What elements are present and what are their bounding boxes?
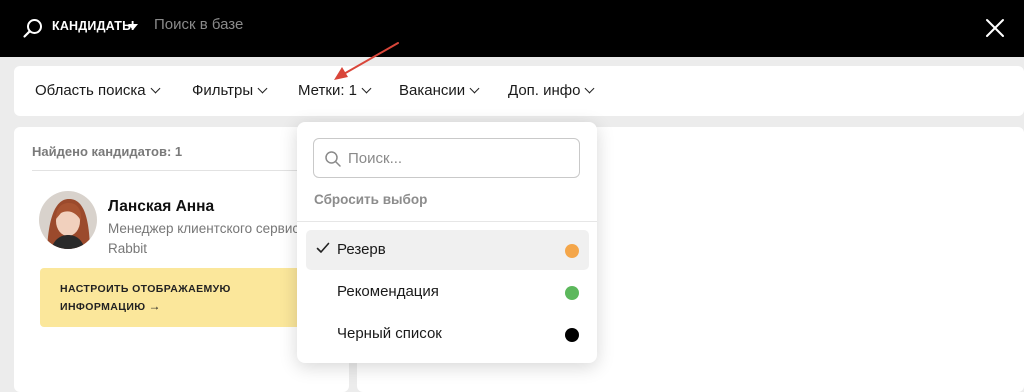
arrow-right-icon: → <box>148 299 161 313</box>
divider <box>32 170 332 171</box>
filter-label: Метки: 1 <box>298 82 357 99</box>
filter-filters[interactable]: Фильтры <box>192 82 268 99</box>
candidate-company: Rabbit <box>108 241 148 256</box>
chevron-down-icon <box>257 83 268 94</box>
filter-search-scope[interactable]: Область поиска <box>35 82 161 99</box>
configure-info-banner[interactable]: НАСТРОИТЬ ОТОБРАЖАЕМУЮ ИНФОРМАЦИЮ → <box>40 268 340 327</box>
tag-color-dot <box>565 244 579 258</box>
tag-option-reserve[interactable]: Резерв <box>306 230 589 270</box>
tag-label: Рекомендация <box>337 283 439 300</box>
avatar[interactable] <box>39 191 97 249</box>
tag-color-dot <box>565 286 579 300</box>
tags-search-box[interactable] <box>313 138 580 178</box>
tag-color-dot <box>565 328 579 342</box>
configure-info-label: НАСТРОИТЬ ОТОБРАЖАЕМУЮ ИНФОРМАЦИЮ <box>60 283 231 313</box>
tags-search-input[interactable] <box>348 139 572 177</box>
candidate-role: Менеджер клиентского сервиса <box>108 221 307 236</box>
filter-vacancies[interactable]: Вакансии <box>399 82 480 99</box>
candidate-name[interactable]: Ланская Анна <box>108 198 214 216</box>
filter-label: Область поиска <box>35 82 146 99</box>
chevron-down-icon <box>150 83 161 94</box>
found-count: Найдено кандидатов: 1 <box>32 144 183 159</box>
chevron-down-icon <box>585 83 595 94</box>
chevron-down-icon <box>361 83 372 94</box>
top-bar: КАНДИДАТЫ Поиск в базе <box>0 0 1024 57</box>
search-icon[interactable] <box>22 17 44 39</box>
base-search-input[interactable]: Поиск в базе <box>154 16 243 33</box>
annotation-arrow <box>334 42 399 80</box>
tag-label: Черный список <box>337 325 442 342</box>
filter-label: Доп. инфо <box>508 82 581 99</box>
search-icon <box>325 151 341 167</box>
filter-label: Вакансии <box>399 82 466 99</box>
filter-bar: Область поиска Фильтры Метки: 1 Вакансии… <box>14 66 1024 116</box>
checkmark-icon <box>316 242 330 253</box>
filter-extra-info[interactable]: Доп. инфо <box>508 82 595 99</box>
filter-tags[interactable]: Метки: 1 <box>298 82 372 99</box>
tag-label: Резерв <box>337 241 386 258</box>
tags-dropdown: Сбросить выбор Резерв Рекомендация Черны… <box>297 122 597 363</box>
tag-option-blacklist[interactable]: Черный список <box>306 314 589 354</box>
close-icon[interactable] <box>984 17 1006 39</box>
search-scope-selector[interactable]: КАНДИДАТЫ <box>52 19 135 33</box>
chevron-down-icon <box>469 83 480 94</box>
divider <box>297 221 597 222</box>
reset-selection-button[interactable]: Сбросить выбор <box>314 192 427 207</box>
configure-info-link[interactable]: НАСТРОИТЬ ОТОБРАЖАЕМУЮ ИНФОРМАЦИЮ → <box>60 281 260 316</box>
filter-label: Фильтры <box>192 82 254 99</box>
tag-option-recommendation[interactable]: Рекомендация <box>306 272 589 312</box>
caret-down-icon[interactable] <box>128 24 138 30</box>
